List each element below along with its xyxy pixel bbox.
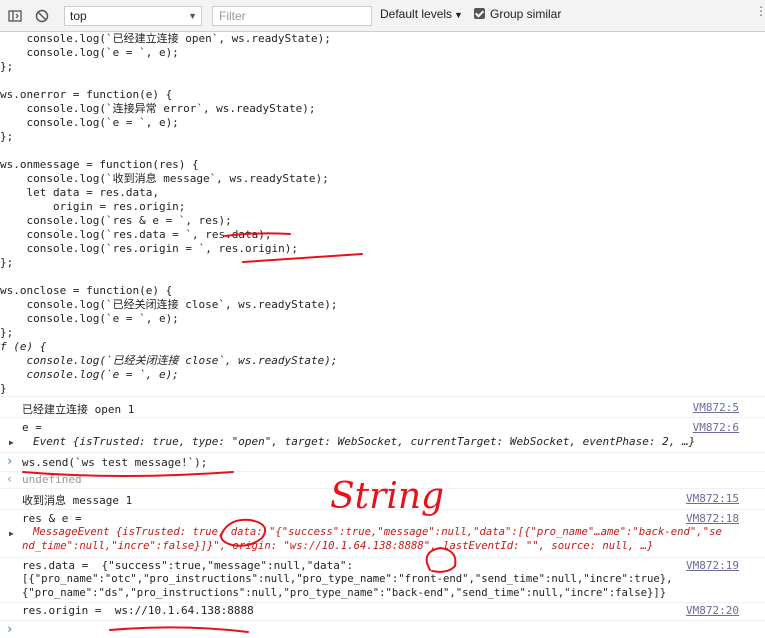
code-line: console.log(`已经关闭连接 close`, ws.readyStat… — [0, 298, 338, 311]
code-line: }; — [0, 60, 14, 73]
source-link[interactable]: VM872:20 — [686, 604, 739, 617]
source-link[interactable]: VM872:15 — [686, 492, 739, 505]
clear-console-icon[interactable] — [35, 9, 49, 23]
source-link[interactable]: VM872:6 — [693, 421, 739, 434]
group-similar-toggle[interactable]: Group similar — [474, 7, 561, 21]
log-text-cont: {"pro_name":"ds","pro_instructions":null… — [22, 587, 667, 599]
output-value: undefined — [22, 473, 82, 486]
code-lines: console.log(`已经建立连接 open`, ws.readyState… — [0, 32, 765, 396]
input-prompt-icon: › — [6, 454, 14, 468]
log-text-cont: [{"pro_name":"otc","pro_instructions":nu… — [22, 573, 673, 585]
output-row: ‹ undefined — [0, 471, 765, 487]
input-row: › ws.send(`ws test message!`); — [0, 452, 765, 471]
checkbox-checked-icon[interactable] — [474, 8, 485, 19]
log-row: 已经建立连接 open 1 VM872:5 — [0, 396, 765, 416]
code-line: let data = res.data, — [0, 186, 159, 199]
input-prompt-icon: › — [6, 622, 14, 636]
sidebar-toggle-icon[interactable] — [8, 9, 22, 23]
dropdown-arrow-icon: ▼ — [188, 11, 197, 21]
log-text: res & e = — [22, 512, 82, 525]
code-line: console.log(`e = `, e); — [0, 46, 179, 59]
code-line: console.log(`e = `, e); — [0, 116, 179, 129]
log-row: res.data = {"success":true,"message":nul… — [0, 557, 765, 602]
code-line: f (e) { — [0, 340, 47, 353]
more-icon[interactable]: ⋮ — [755, 4, 765, 18]
code-line: ws.onclose = function(e) { — [0, 284, 173, 297]
code-line: console.log(`res & e = `, res); — [0, 214, 232, 227]
console-prompt-row[interactable]: › — [0, 620, 765, 638]
log-row: res.origin = ws://10.1.64.138:8888 VM872… — [0, 602, 765, 620]
code-line: origin = res.origin; — [0, 200, 186, 213]
code-line: console.log(`res.data = `, res.data); — [0, 228, 272, 241]
log-text: e = — [22, 421, 42, 434]
event-object[interactable]: Event {isTrusted: true, type: "open", ta… — [33, 435, 695, 448]
code-line: console.log(`e = `, e); — [0, 368, 179, 381]
code-line: }; — [0, 256, 14, 269]
console-toolbar: top ▼ Filter Default levels ▼ Group simil… — [0, 0, 765, 32]
log-row: e = VM872:6 ▶ Event {isTrusted: true, ty… — [0, 417, 765, 451]
message-event-object-cont: nd_time":null,"incre":false}]}", origin:… — [22, 540, 654, 552]
expand-triangle-icon[interactable]: ▶ — [9, 438, 14, 447]
log-row: 收到消息 message 1 VM872:15 — [0, 488, 765, 508]
log-text: 收到消息 message 1 — [22, 494, 133, 507]
log-text: 已经建立连接 open 1 — [22, 403, 135, 416]
message-event-object[interactable]: MessageEvent {isTrusted: true, data: "{"… — [33, 526, 722, 538]
output-arrow-icon: ‹ — [6, 472, 14, 486]
filter-input[interactable]: Filter — [212, 6, 372, 26]
code-line: console.log(`已经关闭连接 close`, ws.readyStat… — [0, 354, 338, 367]
source-link[interactable]: VM872:19 — [686, 559, 739, 572]
code-line: console.log(`res.origin = `, res.origin)… — [0, 242, 299, 255]
console-command: ws.send(`ws test message!`); — [22, 456, 208, 469]
source-link[interactable]: VM872:18 — [686, 512, 739, 525]
code-echo: console.log(`已经建立连接 open`, ws.readyState… — [0, 32, 765, 396]
levels-dropdown[interactable]: Default levels ▼ — [380, 7, 463, 21]
expand-triangle-icon[interactable]: ▶ — [9, 529, 14, 538]
code-line: }; — [0, 130, 14, 143]
group-similar-label: Group similar — [490, 7, 562, 21]
levels-label: Default levels — [380, 7, 453, 21]
context-value: top — [70, 9, 87, 23]
code-line: } — [0, 382, 7, 395]
code-line: console.log(`连接异常 error`, ws.readyState)… — [0, 102, 316, 115]
log-text: res.data = {"success":true,"message":nul… — [22, 559, 354, 572]
log-row: res & e = VM872:18 ▶ MessageEvent {isTru… — [0, 509, 765, 556]
code-line: }; — [0, 326, 14, 339]
context-selector[interactable]: top ▼ — [64, 6, 202, 26]
dropdown-arrow-icon: ▼ — [454, 10, 463, 20]
log-text: res.origin = ws://10.1.64.138:8888 — [22, 604, 254, 617]
code-line: ws.onerror = function(e) { — [0, 88, 173, 101]
source-link[interactable]: VM872:5 — [693, 401, 739, 414]
code-line: console.log(`e = `, e); — [0, 312, 179, 325]
code-line: console.log(`已经建立连接 open`, ws.readyState… — [0, 32, 331, 45]
code-line: ws.onmessage = function(res) { — [0, 158, 199, 171]
code-line: console.log(`收到消息 message`, ws.readyStat… — [0, 172, 329, 185]
